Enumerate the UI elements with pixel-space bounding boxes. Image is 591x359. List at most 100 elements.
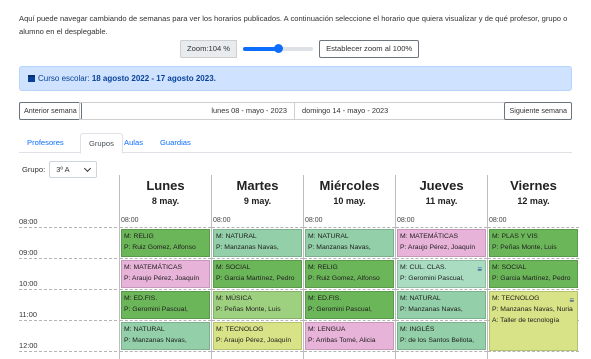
tab-guardias[interactable]: Guardias bbox=[152, 133, 199, 153]
day-date: 8 may. bbox=[151, 196, 180, 206]
column-start-time: 08:00 bbox=[397, 217, 415, 224]
lesson-block[interactable]: M: NATURAL P: Manzanas Navas, bbox=[397, 291, 486, 319]
hour-line bbox=[212, 258, 303, 259]
day-date: 12 may. bbox=[517, 196, 550, 206]
previous-week-button[interactable]: Anterior semana bbox=[19, 102, 82, 120]
lesson-teacher: P: Araujo Pérez, Joaquín bbox=[216, 337, 292, 344]
day-column: 08:00 M: RELIG P: Ruiz Gomez, Alfonso M: MA… bbox=[119, 217, 211, 359]
lesson-block[interactable]: M: NATURAL P: Manzanas Navas, bbox=[305, 229, 394, 257]
lesson-teacher: P: Geromini Pascual, bbox=[400, 275, 464, 282]
lesson-block[interactable]: M: SOCIAL P: Garcia Martínez, Pedro bbox=[489, 260, 578, 288]
lesson-block[interactable]: M: NATURAL P: Manzanas Navas, bbox=[213, 229, 302, 257]
hour-line bbox=[396, 320, 487, 321]
hour-line bbox=[304, 320, 395, 321]
hour-line bbox=[19, 258, 117, 259]
lesson-subject: M: NATURAL bbox=[216, 233, 257, 240]
hour-line bbox=[488, 258, 579, 259]
day-column: 08:00 M: NATURAL P: Manzanas Navas, M: SOCI… bbox=[211, 217, 303, 359]
hour-line bbox=[120, 227, 211, 228]
lesson-block[interactable]: M: INGLÉS P: de los Santos Bellota, bbox=[397, 322, 486, 350]
hour-line bbox=[19, 320, 117, 321]
lesson-block[interactable]: M: RELIG P: Ruiz Gomez, Alfonso bbox=[305, 260, 394, 288]
zoom-level-label: Zoom:104 % bbox=[180, 40, 238, 58]
group-select-value: 3º A bbox=[56, 165, 70, 174]
column-start-time: 08:00 bbox=[489, 217, 507, 224]
group-label: Grupo: bbox=[22, 165, 46, 174]
day-date: 11 may. bbox=[425, 196, 458, 206]
week-end-date: domingo 14 - mayo - 2023 bbox=[294, 103, 508, 119]
hour-line bbox=[120, 351, 211, 352]
hour-line bbox=[304, 227, 395, 228]
lesson-block[interactable]: M: MATEMÁTICAS P: Araujo Pérez, Joaquín bbox=[121, 260, 210, 288]
hour-line bbox=[396, 227, 487, 228]
hour-line bbox=[396, 258, 487, 259]
lesson-block[interactable]: M: NATURAL P: Manzanas Navas, bbox=[121, 322, 210, 350]
lesson-subject: M: CUL. CLAS. bbox=[400, 264, 447, 271]
time-label: 10:00 bbox=[19, 279, 38, 288]
lesson-teacher: P: Manzanas Navas, bbox=[308, 244, 371, 251]
lesson-block[interactable]: M: TECNOLOG P: Manzanas Navas, Nuria A: Ta… bbox=[489, 291, 578, 351]
hour-line bbox=[212, 320, 303, 321]
day-header: Jueves 11 may. bbox=[395, 175, 487, 217]
lesson-subject: M: RELIG bbox=[308, 264, 338, 271]
hour-line bbox=[488, 227, 579, 228]
hour-line bbox=[304, 289, 395, 290]
lesson-block[interactable]: M: RELIG P: Ruiz Gomez, Alfonso bbox=[121, 229, 210, 257]
lesson-teacher: P: de los Santos Bellota, bbox=[400, 337, 475, 344]
lesson-subject: M: NATURAL bbox=[308, 233, 349, 240]
lesson-subject: M: NATURAL bbox=[124, 326, 165, 333]
zoom-slider[interactable] bbox=[243, 40, 314, 58]
tab-profesores[interactable]: Profesores bbox=[19, 133, 72, 153]
zoom-reset-button[interactable]: Establecer zoom al 100% bbox=[319, 40, 420, 58]
week-range: lunes 08 - mayo - 2023 domingo 14 - mayo… bbox=[79, 102, 509, 120]
lesson-teacher: P: Arribas Tomé, Alicia bbox=[308, 337, 376, 344]
day-column: 08:00 M: NATURAL P: Manzanas Navas, M: RELI… bbox=[303, 217, 395, 359]
lesson-room: A: Taller de tecnología bbox=[492, 317, 560, 324]
next-week-button[interactable]: Siguiente semana bbox=[504, 102, 572, 120]
day-header: Martes 9 may. bbox=[211, 175, 303, 217]
lesson-block[interactable]: M: MATEMÁTICAS P: Araujo Pérez, Joaquín bbox=[397, 229, 486, 257]
day-name: Martes bbox=[236, 178, 279, 193]
lesson-teacher: P: Manzanas Navas, bbox=[400, 306, 463, 313]
lesson-block[interactable]: M: CUL. CLAS. P: Geromini Pascual, ≡ bbox=[397, 260, 486, 288]
lesson-subject: M: ED.FIS. bbox=[124, 295, 158, 302]
column-start-time: 08:00 bbox=[213, 217, 231, 224]
hour-line bbox=[488, 351, 579, 352]
lesson-teacher: P: Manzanas Navas, bbox=[124, 337, 187, 344]
intro-text: Aquí puede navegar cambiando de semanas … bbox=[19, 14, 568, 36]
lesson-block[interactable]: M: LENGUA P: Arribas Tomé, Alicia bbox=[305, 322, 394, 350]
lesson-teacher: P: Manzanas Navas, bbox=[216, 244, 279, 251]
lesson-block[interactable]: M: ED.FIS. P: Geromini Pascual, bbox=[305, 291, 394, 319]
tab-aulas[interactable]: Aulas bbox=[116, 133, 151, 153]
zoom-controls: Zoom:104 % Establecer zoom al 100% bbox=[180, 40, 420, 58]
day-header: Miércoles 10 may. bbox=[303, 175, 395, 217]
day-column: 08:00 M: PLAS Y VIS P: Peñas Monte, Luis M:… bbox=[487, 217, 579, 359]
lesson-subject: M: SOCIAL bbox=[216, 264, 251, 271]
lesson-block[interactable]: M: SOCIAL P: Garcia Martínez, Pedro bbox=[213, 260, 302, 288]
hour-line bbox=[396, 351, 487, 352]
hour-line bbox=[304, 258, 395, 259]
hour-line bbox=[120, 258, 211, 259]
lesson-subject: M: MÚSICA bbox=[216, 295, 252, 302]
lesson-block[interactable]: M: PLAS Y VIS P: Peñas Monte, Luis bbox=[489, 229, 578, 257]
time-label: 11:00 bbox=[19, 310, 37, 319]
lesson-subject: M: INGLÉS bbox=[400, 326, 435, 333]
lesson-subject: M: TECNOLOG bbox=[216, 326, 264, 333]
calendar-icon bbox=[28, 75, 35, 82]
lesson-teacher: P: Garcia Martínez, Pedro bbox=[216, 275, 295, 282]
hour-line bbox=[396, 289, 487, 290]
school-year-banner: Curso escolar: 18 agosto 2022 - 17 agost… bbox=[19, 66, 572, 91]
schedule-tabs: Profesores Grupos Aulas Guardias bbox=[19, 133, 572, 154]
lesson-block[interactable]: M: ED.FIS. P: Geromini Pascual, bbox=[121, 291, 210, 319]
lesson-teacher: P: Ruiz Gomez, Alfonso bbox=[124, 244, 196, 251]
lesson-subject: M: LENGUA bbox=[308, 326, 346, 333]
lesson-teacher: P: Geromini Pascual, bbox=[308, 306, 372, 313]
lesson-block[interactable]: M: MÚSICA P: Peñas Monte, Luis bbox=[213, 291, 302, 319]
group-split-icon: ≡ bbox=[569, 296, 574, 305]
zoom-slider-thumb[interactable] bbox=[274, 44, 284, 53]
lesson-block[interactable]: M: TECNOLOG P: Araujo Pérez, Joaquín bbox=[213, 322, 302, 350]
lesson-subject: M: ED.FIS. bbox=[308, 295, 342, 302]
lesson-subject: M: TECNOLOG bbox=[492, 295, 540, 302]
day-date: 9 may. bbox=[243, 196, 272, 206]
hour-line bbox=[19, 227, 117, 228]
